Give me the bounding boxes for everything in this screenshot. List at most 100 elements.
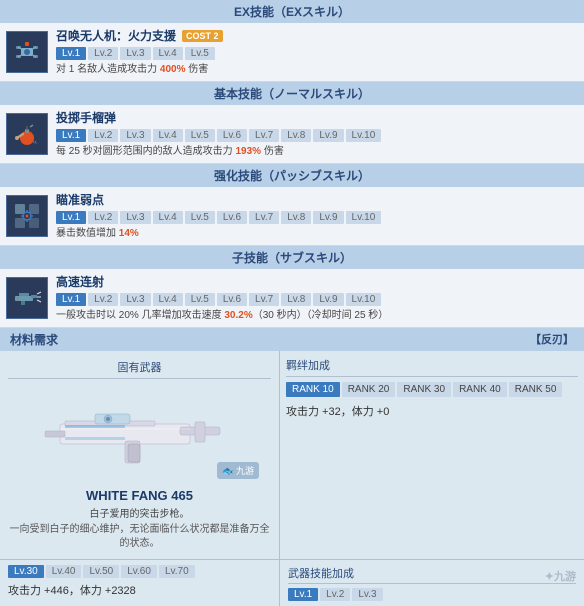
level-stats: 攻击力 +446，体力 +2328	[8, 582, 271, 598]
lv1-btn[interactable]: Lv.1	[56, 47, 86, 60]
passive-lv1-btn[interactable]: Lv.1	[56, 211, 86, 224]
sub-skill-content: 高速连射 Lv.1 Lv.2 Lv.3 Lv.4 Lv.5 Lv.6 Lv.7 …	[48, 273, 578, 323]
passive-lv4-btn[interactable]: Lv.4	[153, 211, 183, 224]
bonus-panel: 羁绊加成 RANK 10 RANK 20 RANK 30 RANK 40 RAN…	[280, 351, 584, 559]
lv5-btn[interactable]: Lv.5	[185, 47, 215, 60]
passive-lv3-btn[interactable]: Lv.3	[120, 211, 150, 224]
drone-skill-icon	[6, 31, 48, 73]
normal-lv3-btn[interactable]: Lv.3	[120, 129, 150, 142]
sub-skill-desc: 一般攻击时以 20% 几率增加攻击速度 30.2%（30 秒内）（冷却时间 25…	[56, 309, 578, 323]
sub-skill-level-bar: Lv.1 Lv.2 Lv.3 Lv.4 Lv.5 Lv.6 Lv.7 Lv.8 …	[56, 293, 578, 306]
weapon-skill-title: 武器技能加成	[288, 565, 576, 584]
normal-lv10-btn[interactable]: Lv.10	[346, 129, 382, 142]
rank30-btn[interactable]: RANK 30	[397, 382, 451, 397]
bonus-title: 羁绊加成	[286, 357, 578, 377]
normal-skill-section: 基本技能（ノーマルスキル） 投掷手榴弹 Lv.1 Lv.2	[0, 82, 584, 164]
normal-lv7-btn[interactable]: Lv.7	[249, 129, 279, 142]
ex-skill-highlight: 400%	[160, 64, 186, 75]
passive-skill-name: 瞄准弱点	[56, 191, 104, 208]
normal-lv5-btn[interactable]: Lv.5	[185, 129, 215, 142]
ex-skill-header: EX技能（EXスキル）	[0, 0, 584, 23]
rank20-btn[interactable]: RANK 20	[342, 382, 396, 397]
ex-skill-row: 召唤无人机：火力支援 COST 2 Lv.1 Lv.2 Lv.3 Lv.4 Lv…	[0, 23, 584, 82]
passive-lv10-btn[interactable]: Lv.10	[346, 211, 382, 224]
cost-badge: COST 2	[182, 30, 223, 42]
sub-lv7-btn[interactable]: Lv.7	[249, 293, 279, 306]
passive-lv9-btn[interactable]: Lv.9	[313, 211, 343, 224]
weapon-lv2-btn[interactable]: Lv.2	[320, 588, 350, 601]
lv70-btn[interactable]: Lv.70	[159, 565, 195, 578]
bonus-stats: 攻击力 +32，体力 +0	[286, 403, 578, 419]
passive-skill-row: 瞄准弱点 Lv.1 Lv.2 Lv.3 Lv.4 Lv.5 Lv.6 Lv.7 …	[0, 187, 584, 246]
rank50-btn[interactable]: RANK 50	[509, 382, 563, 397]
sub-skill-section: 子技能（サブスキル） 高速连射 Lv.1 Lv.2	[0, 246, 584, 328]
normal-skill-highlight: 193%	[235, 146, 261, 157]
sub-lv6-btn[interactable]: Lv.6	[217, 293, 247, 306]
rank40-btn[interactable]: RANK 40	[453, 382, 507, 397]
lv40-btn[interactable]: Lv.40	[46, 565, 82, 578]
lv50-btn[interactable]: Lv.50	[83, 565, 119, 578]
normal-lv8-btn[interactable]: Lv.8	[281, 129, 311, 142]
rank10-btn[interactable]: RANK 10	[286, 382, 340, 397]
weapon-lv3-btn[interactable]: Lv.3	[352, 588, 382, 601]
normal-lv4-btn[interactable]: Lv.4	[153, 129, 183, 142]
normal-skill-row: 投掷手榴弹 Lv.1 Lv.2 Lv.3 Lv.4 Lv.5 Lv.6 Lv.7…	[0, 105, 584, 164]
rapid-skill-icon	[6, 277, 48, 319]
passive-lv8-btn[interactable]: Lv.8	[281, 211, 311, 224]
normal-lv6-btn[interactable]: Lv.6	[217, 129, 247, 142]
sub-lv3-btn[interactable]: Lv.3	[120, 293, 150, 306]
sub-skill-header: 子技能（サブスキル）	[0, 246, 584, 269]
sub-lv2-btn[interactable]: Lv.2	[88, 293, 118, 306]
passive-lv6-btn[interactable]: Lv.6	[217, 211, 247, 224]
materials-title: 材料需求	[10, 331, 58, 348]
normal-skill-name: 投掷手榴弹	[56, 109, 116, 126]
normal-skill-name-row: 投掷手榴弹	[56, 109, 578, 126]
weapon-name: WHITE FANG 465	[8, 488, 271, 503]
rank-buttons: RANK 10 RANK 20 RANK 30 RANK 40 RANK 50	[286, 382, 578, 397]
watermark-overlay: 🐟 九游	[217, 462, 259, 479]
sub-skill-name-row: 高速连射	[56, 273, 578, 290]
materials-body: 固有武器	[0, 351, 584, 559]
weapon-skill-levels: Lv.1 Lv.2 Lv.3	[288, 588, 576, 601]
grenade-skill-icon	[6, 113, 48, 155]
passive-skill-header: 强化技能（パッシブスキル）	[0, 164, 584, 187]
normal-lv2-btn[interactable]: Lv.2	[88, 129, 118, 142]
normal-lv1-btn[interactable]: Lv.1	[56, 129, 86, 142]
ex-skill-section: EX技能（EXスキル） 召唤无人机：火力支援 COST 2	[0, 0, 584, 82]
passive-skill-level-bar: Lv.1 Lv.2 Lv.3 Lv.4 Lv.5 Lv.6 Lv.7 Lv.8 …	[56, 211, 578, 224]
level-section: Lv.30 Lv.40 Lv.50 Lv.60 Lv.70 攻击力 +446，体…	[0, 559, 584, 606]
passive-skill-name-row: 瞄准弱点	[56, 191, 578, 208]
passive-skill-content: 瞄准弱点 Lv.1 Lv.2 Lv.3 Lv.4 Lv.5 Lv.6 Lv.7 …	[48, 191, 578, 241]
normal-skill-header: 基本技能（ノーマルスキル）	[0, 82, 584, 105]
sub-lv8-btn[interactable]: Lv.8	[281, 293, 311, 306]
weapon-panel: 固有武器	[0, 351, 280, 559]
level-btns: Lv.30 Lv.40 Lv.50 Lv.60 Lv.70	[8, 565, 271, 578]
ex-skill-desc: 对 1 名敌人造成攻击力 400% 伤害	[56, 63, 578, 77]
sub-lv9-btn[interactable]: Lv.9	[313, 293, 343, 306]
lv2-btn[interactable]: Lv.2	[88, 47, 118, 60]
passive-skill-desc: 暴击数值增加 14%	[56, 227, 578, 241]
ex-skill-level-bar: Lv.1 Lv.2 Lv.3 Lv.4 Lv.5	[56, 47, 578, 60]
materials-header: 材料需求 【反刃】	[0, 328, 584, 351]
corner-watermark: ✦九游	[545, 568, 576, 584]
sub-lv4-btn[interactable]: Lv.4	[153, 293, 183, 306]
passive-lv2-btn[interactable]: Lv.2	[88, 211, 118, 224]
normal-skill-level-bar: Lv.1 Lv.2 Lv.3 Lv.4 Lv.5 Lv.6 Lv.7 Lv.8 …	[56, 129, 578, 142]
lv3-btn[interactable]: Lv.3	[120, 47, 150, 60]
lv4-btn[interactable]: Lv.4	[153, 47, 183, 60]
normal-lv9-btn[interactable]: Lv.9	[313, 129, 343, 142]
sub-lv5-btn[interactable]: Lv.5	[185, 293, 215, 306]
weapon-lv1-btn[interactable]: Lv.1	[288, 588, 318, 601]
normal-skill-content: 投掷手榴弹 Lv.1 Lv.2 Lv.3 Lv.4 Lv.5 Lv.6 Lv.7…	[48, 109, 578, 159]
materials-section: 材料需求 【反刃】 固有武器	[0, 328, 584, 606]
passive-lv7-btn[interactable]: Lv.7	[249, 211, 279, 224]
watermark-text: 🐟 九游	[222, 466, 254, 476]
lv60-btn[interactable]: Lv.60	[121, 565, 157, 578]
lv30-btn[interactable]: Lv.30	[8, 565, 44, 578]
ex-skill-name-cost: 召唤无人机：火力支援 COST 2	[56, 27, 578, 44]
sub-lv1-btn[interactable]: Lv.1	[56, 293, 86, 306]
passive-lv5-btn[interactable]: Lv.5	[185, 211, 215, 224]
passive-skill-section: 强化技能（パッシブスキル） 瞄准弱点 Lv.1	[0, 164, 584, 246]
sub-lv10-btn[interactable]: Lv.10	[346, 293, 382, 306]
weapon-subdesc: 白子爱用的突击步枪。	[8, 505, 271, 520]
